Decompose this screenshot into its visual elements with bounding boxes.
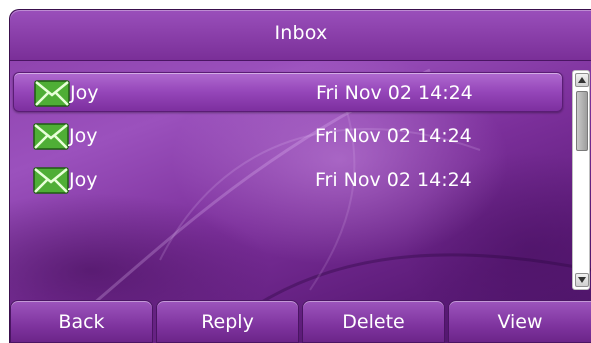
message-date: Fri Nov 02 14:24 bbox=[315, 125, 472, 147]
scroll-up-button[interactable] bbox=[575, 73, 589, 87]
inbox-display: Inbox Joy Fri Nov 02 14:24 Joy Fri Nov 0… bbox=[9, 9, 591, 343]
scrollbar[interactable] bbox=[572, 70, 590, 290]
back-button[interactable]: Back bbox=[10, 300, 153, 343]
envelope-icon bbox=[34, 80, 70, 107]
message-row[interactable]: Joy Fri Nov 02 14:24 bbox=[13, 160, 563, 200]
message-sender: Joy bbox=[70, 82, 99, 104]
message-sender: Joy bbox=[69, 125, 98, 147]
arrow-up-icon bbox=[578, 77, 586, 83]
phone-screen: Inbox Joy Fri Nov 02 14:24 Joy Fri Nov 0… bbox=[0, 0, 591, 343]
title-bar: Inbox bbox=[10, 10, 591, 61]
message-sender: Joy bbox=[69, 169, 98, 191]
reply-button[interactable]: Reply bbox=[156, 300, 299, 343]
message-row[interactable]: Joy Fri Nov 02 14:24 bbox=[13, 116, 563, 156]
view-button[interactable]: View bbox=[448, 300, 591, 343]
envelope-icon bbox=[33, 167, 69, 194]
delete-button[interactable]: Delete bbox=[302, 300, 445, 343]
envelope-icon bbox=[33, 123, 69, 150]
arrow-down-icon bbox=[578, 277, 586, 283]
softkey-bar: Back Reply Delete View bbox=[10, 300, 591, 343]
message-row-selected[interactable]: Joy Fri Nov 02 14:24 bbox=[13, 72, 563, 112]
message-date: Fri Nov 02 14:24 bbox=[315, 169, 472, 191]
scroll-down-button[interactable] bbox=[575, 273, 589, 287]
message-date: Fri Nov 02 14:24 bbox=[316, 82, 473, 104]
scroll-thumb[interactable] bbox=[576, 91, 588, 151]
page-title: Inbox bbox=[274, 22, 328, 44]
